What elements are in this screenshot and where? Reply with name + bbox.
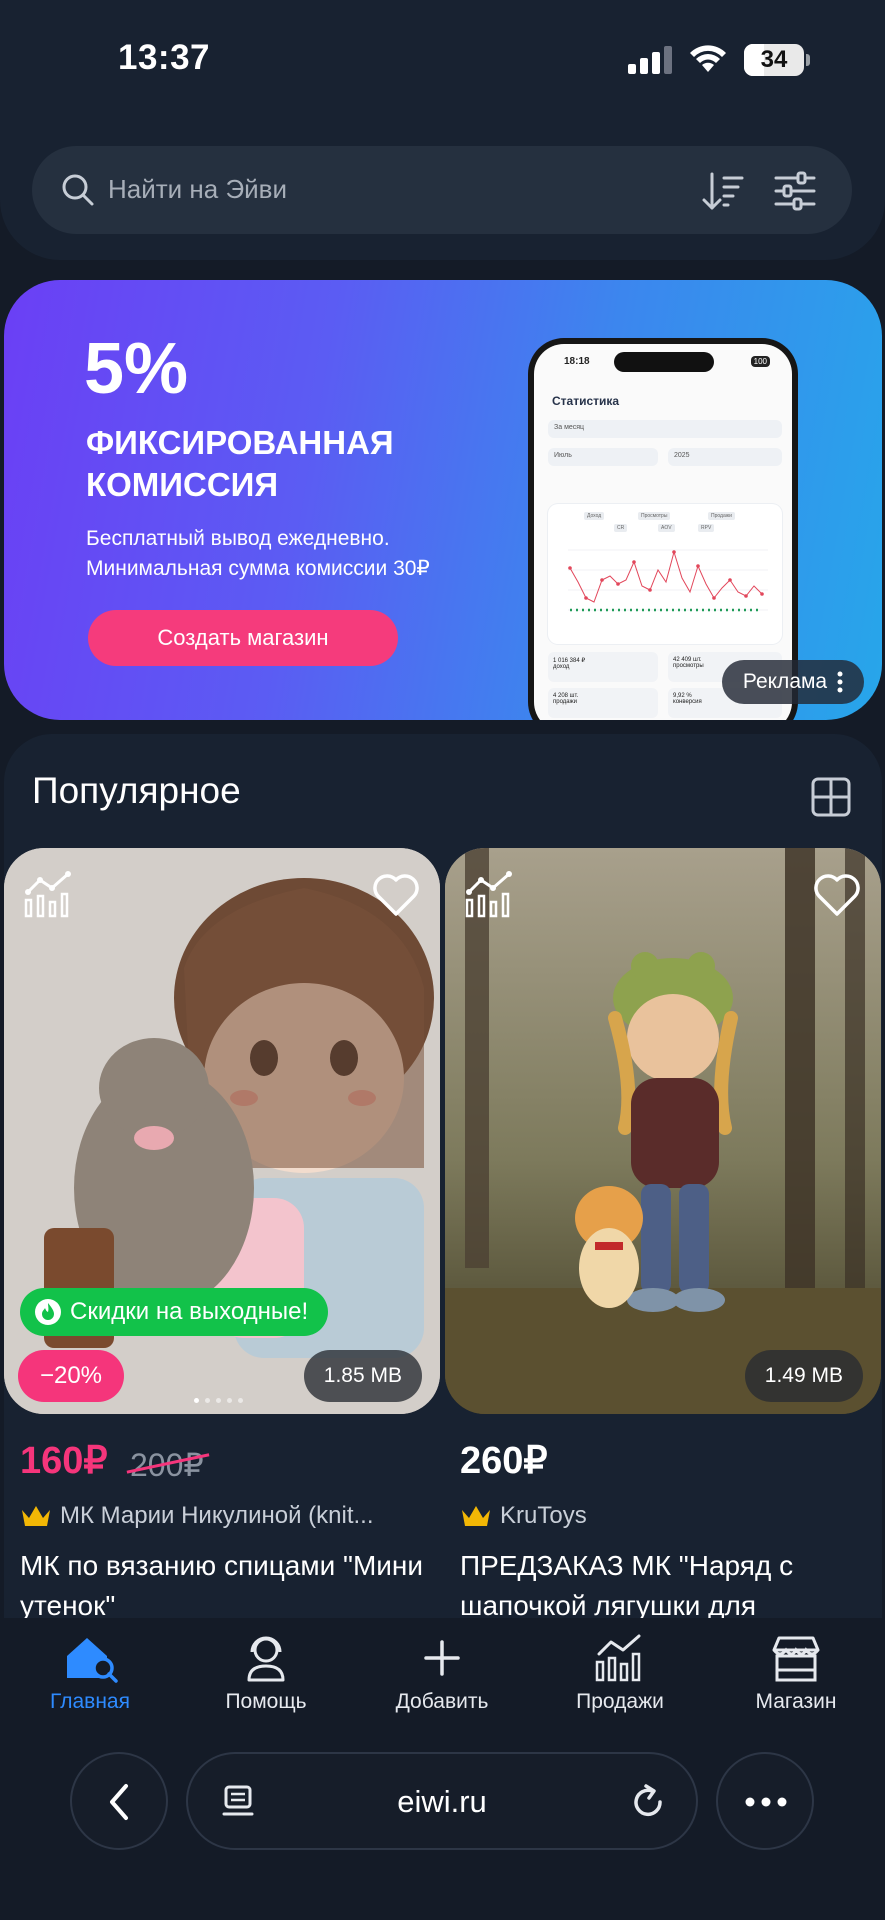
nav-item-sales[interactable]: Продажи (540, 1632, 700, 1714)
search-bar[interactable]: Найти на Эйви (32, 146, 852, 234)
crown-icon (462, 1506, 490, 1526)
banner-percent: 5% (84, 329, 189, 409)
phone-stat-sales: 4 208 шт. продажи (548, 688, 658, 718)
phone-period-select: За месяц (548, 420, 782, 438)
nav-label: Продажи (576, 1690, 664, 1713)
phone-stat-label: доход (553, 664, 570, 670)
nav-label: Помощь (225, 1690, 307, 1713)
discount-tag-label: Скидки на выходные! (70, 1298, 309, 1325)
phone-legend-item: Доход (584, 512, 605, 520)
phone-line-chart (568, 549, 768, 612)
analytics-icon (595, 1634, 641, 1682)
seller-link[interactable]: KruToys (460, 1502, 587, 1530)
banner-title: ФИКСИРОВАННАЯ КОМИССИЯ (86, 424, 394, 503)
battery-level: 34 (760, 46, 788, 73)
nav-label: Главная (50, 1690, 130, 1713)
search-icon (62, 174, 94, 206)
fire-icon (35, 1299, 61, 1325)
favorite-heart-icon[interactable] (370, 870, 422, 918)
phone-legend-item: Просмотры (638, 512, 671, 520)
more-vertical-icon (837, 671, 843, 693)
browser-address-bar[interactable]: eiwi.ru (186, 1752, 698, 1850)
phone-stats-title: Статистика (552, 394, 620, 408)
browser-back-button[interactable] (70, 1752, 168, 1850)
cellular-signal-icon (628, 46, 672, 74)
nav-item-help[interactable]: Помощь (186, 1632, 346, 1714)
product-title[interactable]: ПРЕДЗАКАЗ МК "Наряд с шапочкой лягушки д… (460, 1546, 870, 1622)
nav-item-add[interactable]: Добавить (362, 1632, 522, 1714)
image-pager-dots (194, 1398, 243, 1403)
banner-subtitle: Бесплатный вывод ежедневно. Минимальная … (86, 524, 506, 584)
phone-month-select: Июль (548, 448, 658, 466)
chevron-left-icon (110, 1784, 128, 1820)
search-input[interactable]: Найти на Эйви (108, 174, 287, 205)
filter-icon[interactable] (772, 168, 818, 214)
file-size-badge: 1.85 MB (303, 1350, 422, 1402)
product-card[interactable]: 1.49 MB (445, 848, 881, 1414)
plus-icon (424, 1640, 460, 1676)
banner-subtitle-line2: Минимальная сумма комиссии 30₽ (86, 557, 430, 580)
seller-name: KruToys (500, 1502, 587, 1529)
browser-more-button[interactable] (716, 1752, 814, 1850)
sale-percent-badge: −20% (18, 1350, 124, 1402)
more-horizontal-icon (745, 1797, 787, 1807)
store-icon (772, 1636, 820, 1682)
phone-legend-item: AOV (658, 524, 675, 532)
promo-banner[interactable]: 5% ФИКСИРОВАННАЯ КОМИССИЯ Бесплатный выв… (4, 280, 882, 720)
phone-stat-income: 1 016 384 ₽ доход (548, 652, 658, 682)
battery-icon: 34 (744, 44, 810, 76)
crown-icon (22, 1506, 50, 1526)
phone-dynamic-island (614, 352, 714, 372)
create-shop-button[interactable]: Создать магазин (88, 610, 398, 666)
grid-view-icon[interactable] (810, 776, 852, 818)
product-card[interactable]: Скидки на выходные! −20% 1.85 MB (4, 848, 440, 1414)
phone-battery: 100 (750, 356, 770, 367)
status-bar: 13:37 34 (0, 0, 885, 110)
wifi-icon (690, 45, 726, 72)
product-image (445, 848, 881, 1414)
phone-chart: Доход Просмотры Продажи CR AOV RPV (548, 504, 782, 644)
support-agent-icon (247, 1636, 285, 1682)
weekend-discount-tag: Скидки на выходные! (20, 1288, 329, 1336)
nav-item-home[interactable]: Главная (10, 1632, 170, 1714)
seller-name: МК Марии Никулиной (knit... (60, 1502, 374, 1529)
product-price: 160₽ (20, 1440, 108, 1482)
nav-label: Магазин (755, 1690, 837, 1713)
seller-link[interactable]: МК Марии Никулиной (knit... (20, 1502, 374, 1530)
analytics-icon[interactable] (463, 870, 517, 918)
favorite-heart-icon[interactable] (811, 870, 863, 918)
ad-label: Реклама (742, 670, 828, 693)
nav-item-shop[interactable]: Магазин (716, 1632, 876, 1714)
phone-legend-item: Продажи (708, 512, 735, 520)
file-size-badge: 1.49 MB (744, 1350, 863, 1402)
sort-icon[interactable] (700, 168, 746, 214)
home-search-icon (67, 1638, 118, 1683)
phone-legend-item: CR (614, 524, 628, 532)
status-time: 13:37 (118, 38, 211, 77)
phone-legend-item: RPV (698, 524, 715, 532)
nav-label: Добавить (395, 1690, 489, 1713)
browser-url[interactable]: eiwi.ru (188, 1784, 696, 1820)
banner-subtitle-line1: Бесплатный вывод ежедневно. (86, 527, 390, 550)
product-old-price: 200₽ (130, 1447, 204, 1483)
product-price: 260₽ (460, 1440, 548, 1482)
phone-stat-label: продажи (553, 699, 577, 705)
ad-label-button[interactable]: Реклама (722, 660, 864, 704)
phone-stat-value: 1 016 384 ₽ (553, 658, 586, 664)
product-title[interactable]: МК по вязанию спицами "Мини утенок" (20, 1546, 430, 1622)
popular-title: Популярное (32, 770, 241, 811)
phone-time: 18:18 (564, 356, 590, 367)
analytics-icon[interactable] (22, 870, 76, 918)
phone-year-select: 2025 (668, 448, 782, 466)
reload-icon[interactable] (628, 1782, 668, 1822)
